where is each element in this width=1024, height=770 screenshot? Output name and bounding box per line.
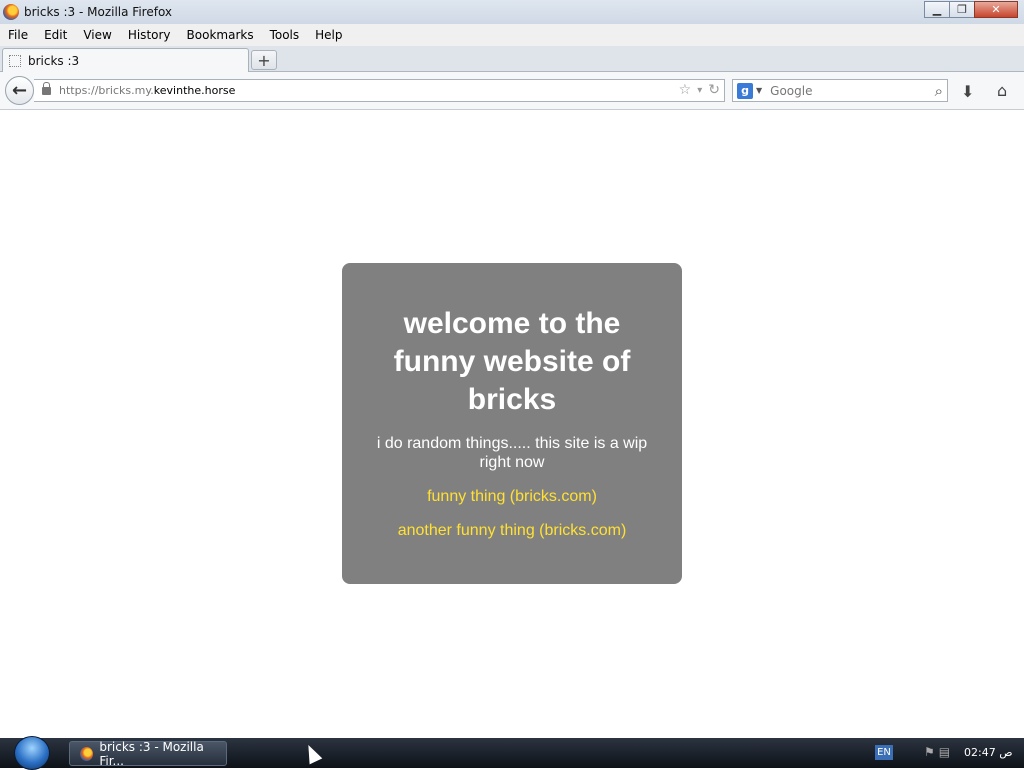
language-indicator[interactable]: EN	[875, 745, 893, 760]
firefox-logo-icon	[3, 4, 19, 20]
back-button[interactable]: ←	[5, 76, 34, 105]
url-text: https://bricks.my.kevinthe.horse	[59, 84, 235, 97]
window-titlebar: bricks :3 - Mozilla Firefox ▁ ❐ ✕	[0, 0, 1024, 24]
search-icon[interactable]: ⌕	[935, 82, 943, 100]
funny-thing-link[interactable]: funny thing (bricks.com)	[342, 488, 682, 506]
start-button[interactable]	[14, 736, 50, 770]
menu-history[interactable]: History	[120, 28, 179, 42]
network-icon[interactable]: ⚑	[924, 745, 935, 759]
tab-bricks[interactable]: bricks :3	[2, 48, 249, 73]
menu-help[interactable]: Help	[307, 28, 350, 42]
taskbar-button-label: bricks :3 - Mozilla Fir...	[99, 739, 204, 768]
system-tray: ⚑ ▤	[924, 745, 950, 759]
menu-edit[interactable]: Edit	[36, 28, 75, 42]
tab-label: bricks :3	[28, 54, 80, 68]
reload-icon[interactable]: ↻	[708, 82, 720, 98]
welcome-card: welcome to the funny website of bricks i…	[342, 263, 682, 584]
another-funny-thing-link[interactable]: another funny thing (bricks.com)	[342, 522, 682, 540]
clock[interactable]: 02:47 ص	[964, 746, 1013, 759]
chevron-down-icon[interactable]: ▾	[697, 85, 702, 96]
new-tab-button[interactable]: +	[251, 50, 277, 70]
url-bar[interactable]: https://bricks.my.kevinthe.horse ☆ ▾ ↻	[34, 79, 725, 102]
search-bar[interactable]: g ▼ Google ⌕	[732, 79, 948, 102]
download-icon[interactable]: ⬇	[961, 82, 974, 101]
tab-strip: bricks :3 +	[0, 46, 1024, 73]
menu-file[interactable]: File	[0, 28, 36, 42]
maximize-button[interactable]: ❐	[949, 1, 975, 18]
page-heading: welcome to the funny website of bricks	[393, 307, 631, 416]
window-controls: ▁ ❐ ✕	[924, 1, 1018, 18]
url-host: kevinthe.horse	[153, 84, 236, 97]
lock-icon	[42, 81, 51, 95]
url-bar-actions: ☆ ▾ ↻	[679, 82, 720, 98]
menu-bar: File Edit View History Bookmarks Tools H…	[0, 24, 1024, 46]
search-engine-dropdown-icon[interactable]: ▼	[756, 86, 762, 95]
page-content: welcome to the funny website of bricks i…	[0, 110, 1024, 738]
menu-tools[interactable]: Tools	[262, 28, 308, 42]
bookmark-star-icon[interactable]: ☆	[679, 82, 692, 98]
url-prefix: https://bricks.my.	[59, 84, 154, 97]
minimize-button[interactable]: ▁	[924, 1, 950, 18]
taskbar-firefox-button[interactable]: bricks :3 - Mozilla Fir...	[69, 739, 227, 768]
search-input[interactable]: Google	[770, 84, 812, 98]
close-button[interactable]: ✕	[974, 1, 1018, 18]
google-icon[interactable]: g	[737, 82, 753, 99]
menu-bookmarks[interactable]: Bookmarks	[179, 28, 262, 42]
home-icon[interactable]: ⌂	[997, 81, 1007, 100]
volume-icon[interactable]: ▤	[939, 745, 950, 759]
firefox-logo-icon	[80, 746, 94, 761]
page-favicon-icon	[9, 55, 21, 67]
window-title: bricks :3 - Mozilla Firefox	[24, 5, 173, 19]
taskbar: bricks :3 - Mozilla Fir... EN ⚑ ▤ 02:47 …	[0, 736, 1024, 770]
page-description: i do random things..... this site is a w…	[376, 435, 648, 471]
navigation-toolbar: https://bricks.my.kevinthe.horse ☆ ▾ ↻ ←…	[0, 72, 1024, 110]
menu-view[interactable]: View	[75, 28, 119, 42]
